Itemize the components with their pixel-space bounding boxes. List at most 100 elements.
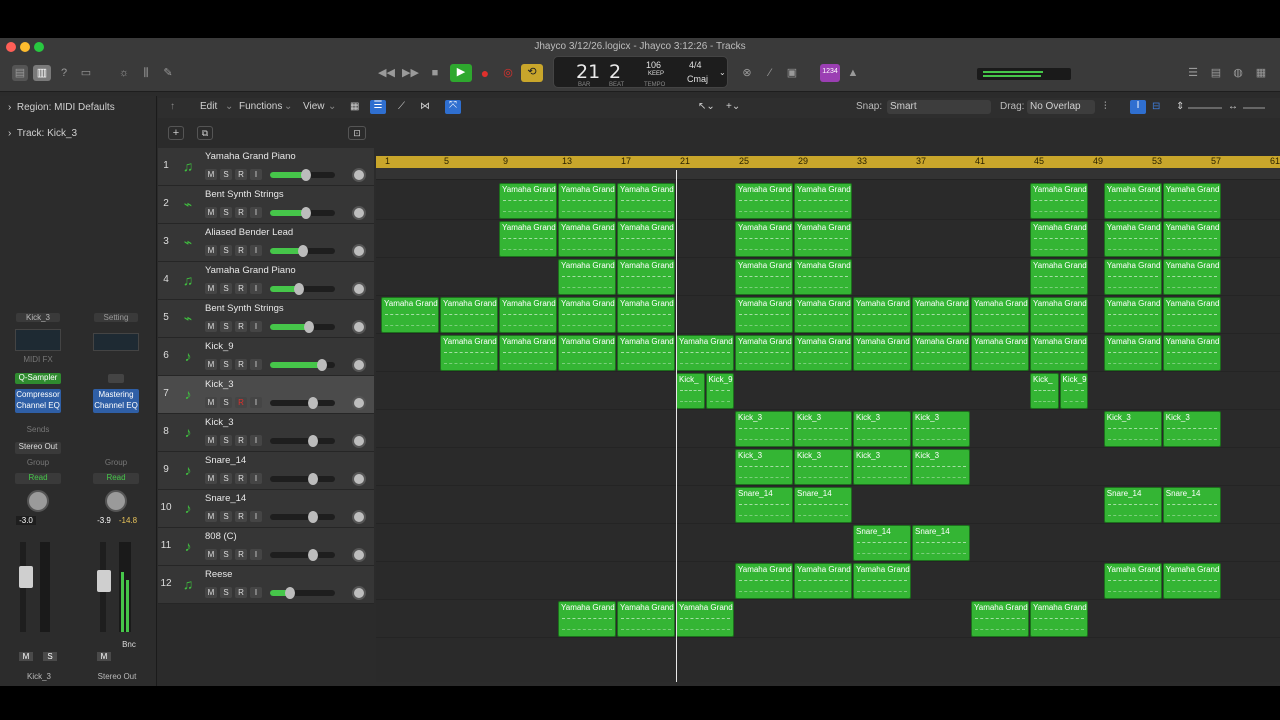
playhead[interactable] bbox=[676, 170, 677, 682]
midi-region[interactable]: Yamaha Grand bbox=[735, 335, 793, 371]
catch-icon[interactable]: ⤧ bbox=[445, 100, 461, 114]
record-enable-button[interactable]: R bbox=[235, 473, 247, 484]
record-enable-button[interactable]: R bbox=[235, 321, 247, 332]
pencil-tool-icon[interactable]: +⌄ bbox=[726, 101, 740, 112]
midi-region[interactable]: Yamaha Grand bbox=[558, 297, 616, 333]
mute-button[interactable]: M bbox=[205, 169, 217, 180]
solo-button[interactable]: S bbox=[220, 245, 232, 256]
autopunch-icon[interactable]: ⁄ bbox=[763, 65, 777, 81]
midi-region[interactable]: Yamaha Grand bbox=[1103, 259, 1162, 295]
midi-region[interactable]: Yamaha Grand bbox=[971, 297, 1029, 333]
track-name[interactable]: Kick_3 bbox=[205, 417, 234, 428]
midi-region[interactable]: Yamaha Grand bbox=[853, 335, 911, 371]
midi-region[interactable]: Yamaha Grand bbox=[617, 335, 675, 371]
track-header[interactable]: 1 ♫ Yamaha Grand Piano M S R I bbox=[158, 148, 374, 186]
track-lane[interactable] bbox=[376, 524, 1280, 562]
input-monitor-button[interactable]: I bbox=[250, 473, 262, 484]
strip1-midi-fx[interactable]: MIDI FX bbox=[16, 355, 60, 364]
mute-button[interactable]: M bbox=[205, 473, 217, 484]
midi-region[interactable]: Snare_14 bbox=[1103, 487, 1162, 523]
track-header[interactable]: 9 ♪ Snare_14 M S R I bbox=[158, 452, 374, 490]
mute-button[interactable]: M bbox=[205, 397, 217, 408]
midi-region[interactable]: Kick_3 bbox=[1162, 411, 1221, 447]
strip1-group[interactable]: Group bbox=[16, 458, 60, 467]
list-editors-icon[interactable]: ☰ bbox=[1186, 65, 1200, 81]
strip2-group[interactable]: Group bbox=[94, 458, 138, 467]
midi-region[interactable]: Yamaha Grand bbox=[971, 601, 1029, 637]
midi-region[interactable]: Snare_14 bbox=[794, 487, 852, 523]
view-menu[interactable]: View bbox=[303, 101, 325, 112]
track-header[interactable]: 4 ♫ Yamaha Grand Piano M S R I bbox=[158, 262, 374, 300]
mute-button[interactable]: M bbox=[205, 245, 217, 256]
solo-button[interactable]: S bbox=[220, 207, 232, 218]
midi-region[interactable]: Yamaha Grand bbox=[1103, 221, 1162, 257]
record-icon[interactable]: ● bbox=[478, 65, 492, 81]
midi-region[interactable]: Yamaha Grand bbox=[617, 183, 675, 219]
pan-knob[interactable] bbox=[352, 320, 366, 334]
track-header[interactable]: 2 ⌁ Bent Synth Strings M S R I bbox=[158, 186, 374, 224]
pan-knob[interactable] bbox=[352, 282, 366, 296]
forward-icon[interactable]: ▶▶ bbox=[402, 65, 419, 81]
solo-button[interactable]: S bbox=[220, 359, 232, 370]
midi-region[interactable]: Yamaha Grand bbox=[1162, 259, 1221, 295]
functions-menu[interactable]: Functions bbox=[239, 101, 282, 112]
midi-region[interactable]: Yamaha Grand bbox=[499, 297, 557, 333]
midi-region[interactable]: Yamaha Grand bbox=[440, 335, 498, 371]
midi-region[interactable]: Snare_14 bbox=[853, 525, 911, 561]
strip1-audio-fx[interactable]: Compressor Channel EQ bbox=[15, 389, 61, 413]
grid-view-icon[interactable]: ▦ bbox=[350, 101, 359, 112]
midi-region[interactable]: Yamaha Grand bbox=[1162, 563, 1221, 599]
strip2-pan-knob[interactable] bbox=[105, 490, 127, 512]
waveform-zoom-icon[interactable]: ⫶ bbox=[1104, 101, 1107, 112]
midi-region[interactable]: Yamaha Grand bbox=[558, 183, 616, 219]
record-enable-button[interactable]: R bbox=[235, 587, 247, 598]
pan-knob[interactable] bbox=[352, 472, 366, 486]
track-name[interactable]: Snare_14 bbox=[205, 493, 246, 504]
track-header[interactable]: 3 ⌁ Aliased Bender Lead M S R I bbox=[158, 224, 374, 262]
volume-slider[interactable] bbox=[270, 207, 335, 219]
volume-slider[interactable] bbox=[270, 397, 335, 409]
midi-region[interactable]: Yamaha Grand bbox=[499, 221, 557, 257]
track-header[interactable]: 7 ♪ Kick_3 M S R I bbox=[158, 376, 374, 414]
loop-browser-icon[interactable]: ◍ bbox=[1231, 65, 1245, 81]
track-name[interactable]: Yamaha Grand Piano bbox=[205, 265, 296, 276]
library-icon[interactable]: ▤ bbox=[12, 65, 28, 81]
midi-region[interactable]: Yamaha Grand bbox=[1030, 335, 1088, 371]
input-monitor-button[interactable]: I bbox=[250, 283, 262, 294]
track-name[interactable]: Bent Synth Strings bbox=[205, 189, 284, 200]
mute-button[interactable]: M bbox=[205, 207, 217, 218]
midi-region[interactable]: Yamaha Grand bbox=[617, 259, 675, 295]
record-enable-button[interactable]: R bbox=[235, 283, 247, 294]
editors-icon[interactable]: ✎ bbox=[160, 65, 176, 81]
midi-region[interactable]: Yamaha Grand bbox=[735, 221, 793, 257]
help-icon[interactable]: ? bbox=[56, 65, 72, 81]
flex-icon[interactable]: ⋈ bbox=[420, 101, 430, 112]
duplicate-track-button[interactable]: ⧉ bbox=[197, 126, 213, 140]
strip1-mute-button[interactable]: M bbox=[19, 652, 33, 661]
midi-region[interactable]: Yamaha Grand bbox=[1103, 297, 1162, 333]
bar-ruler[interactable]: 1 5 9 13 17 21 25 29 33 37 41 45 49 53 57 61 bbox=[376, 156, 1280, 168]
strip1-solo-button[interactable]: S bbox=[43, 652, 57, 661]
midi-region[interactable]: Yamaha Grand bbox=[1030, 183, 1088, 219]
mute-button[interactable]: M bbox=[205, 435, 217, 446]
solo-button[interactable]: S bbox=[220, 283, 232, 294]
rewind-icon[interactable]: ◀◀ bbox=[378, 65, 395, 81]
strip1-automation[interactable]: Read bbox=[15, 473, 61, 484]
back-arrow-icon[interactable]: ↑ bbox=[170, 101, 175, 112]
midi-region[interactable]: Kick_3 bbox=[912, 449, 970, 485]
midi-region[interactable]: Yamaha Grand bbox=[794, 221, 852, 257]
midi-region[interactable]: Snare_14 bbox=[912, 525, 970, 561]
midi-region[interactable]: Kick_3 bbox=[794, 449, 852, 485]
strip2-automation[interactable]: Read bbox=[93, 473, 139, 484]
record-enable-button[interactable]: R bbox=[235, 549, 247, 560]
strip2-volume-fader[interactable] bbox=[97, 570, 111, 592]
track-name[interactable]: Snare_14 bbox=[205, 455, 246, 466]
midi-region[interactable]: Yamaha Grand bbox=[499, 335, 557, 371]
mute-button[interactable]: M bbox=[205, 321, 217, 332]
strip1-setting[interactable]: Kick_3 bbox=[16, 313, 60, 322]
mute-button[interactable]: M bbox=[205, 587, 217, 598]
pan-knob[interactable] bbox=[352, 586, 366, 600]
record-enable-button[interactable]: R bbox=[235, 245, 247, 256]
midi-region[interactable]: Yamaha Grand bbox=[853, 563, 911, 599]
midi-region[interactable]: Yamaha Grand bbox=[558, 601, 616, 637]
